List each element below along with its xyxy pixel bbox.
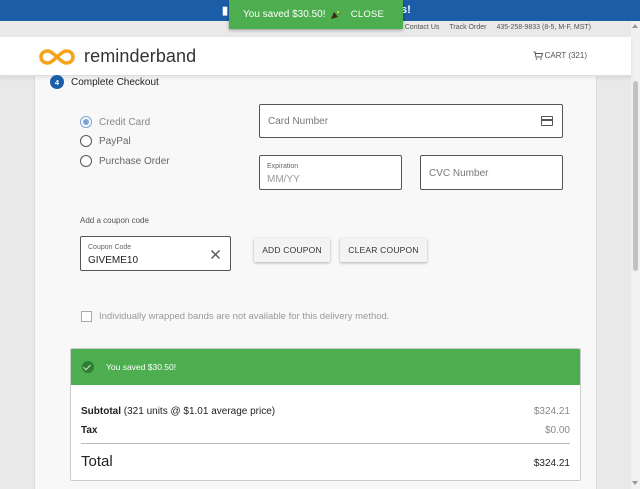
wrap-notice-text: Individually wrapped bands are not avail… xyxy=(99,311,390,322)
contact-us-link[interactable]: Contact Us xyxy=(405,24,440,31)
savings-text: You saved $30.50! xyxy=(106,362,177,372)
payment-option-purchase-order[interactable]: Purchase Order xyxy=(80,155,170,167)
total-amount: $324.21 xyxy=(533,458,570,469)
scrollbar-thumb[interactable] xyxy=(633,81,638,271)
individual-wrap-option: Individually wrapped bands are not avail… xyxy=(81,311,389,322)
brand-logo[interactable]: reminderband xyxy=(39,46,196,67)
cvc-placeholder: CVC Number xyxy=(429,168,489,179)
wrap-checkbox xyxy=(81,311,92,322)
tax-row: Tax $0.00 xyxy=(81,425,570,436)
infinity-logo-icon xyxy=(39,48,75,65)
radio-button[interactable] xyxy=(80,116,92,128)
coupon-code-field[interactable]: Coupon Code GIVEME10 xyxy=(80,236,231,271)
page-scrollbar[interactable] xyxy=(631,21,640,489)
subtotal-row: Subtotal (321 units @ $1.01 average pric… xyxy=(81,406,570,417)
expiration-placeholder: MM/YY xyxy=(267,174,300,185)
step-title: Complete Checkout xyxy=(71,77,159,88)
expiration-label: Expiration xyxy=(267,163,299,170)
payment-option-label: Purchase Order xyxy=(99,155,170,167)
subtotal-detail: (321 units @ $1.01 average price) xyxy=(123,406,276,417)
card-number-field[interactable]: Card Number xyxy=(259,104,563,138)
scroll-up-arrow-icon[interactable] xyxy=(632,24,638,28)
subtotal-label: Subtotal xyxy=(81,406,121,417)
utility-nav: Contact Us Track Order 435-258-9833 (8-5… xyxy=(405,24,591,31)
tax-amount: $0.00 xyxy=(544,425,570,436)
radio-button[interactable] xyxy=(80,135,92,147)
expiration-field[interactable]: Expiration MM/YY xyxy=(259,155,402,190)
order-summary: You saved $30.50! Subtotal (321 units @ … xyxy=(70,348,581,481)
cart-label: CART (321) xyxy=(544,51,587,60)
track-order-link[interactable]: Track Order xyxy=(449,24,486,31)
payment-option-credit-card[interactable]: Credit Card xyxy=(80,116,150,128)
subtotal-amount: $324.21 xyxy=(533,406,570,417)
coupon-label: Coupon Code xyxy=(88,244,132,251)
payment-option-paypal[interactable]: PayPal xyxy=(80,135,131,147)
brand-name: reminderband xyxy=(84,46,197,66)
check-circle-icon xyxy=(82,361,94,373)
support-phone: 435-258-9833 (8-5, M-F, MST) xyxy=(496,24,591,31)
tax-label: Tax xyxy=(81,425,98,436)
clear-input-icon[interactable] xyxy=(210,249,221,260)
radio-button[interactable] xyxy=(80,155,92,167)
toast-close-button[interactable]: CLOSE xyxy=(351,9,384,20)
scroll-down-arrow-icon[interactable] xyxy=(632,481,638,485)
coupon-caption: Add a coupon code xyxy=(80,216,149,225)
total-row: Total $324.21 xyxy=(81,453,570,470)
savings-bar: You saved $30.50! xyxy=(71,349,580,385)
savings-toast: You saved $30.50! CLOSE xyxy=(229,0,403,29)
summary-divider xyxy=(81,443,570,444)
step-number-badge: 4 xyxy=(50,75,64,89)
toast-message: You saved $30.50! xyxy=(243,9,326,20)
cart-icon xyxy=(533,51,543,60)
credit-card-icon xyxy=(541,116,553,126)
card-number-placeholder: Card Number xyxy=(268,116,329,127)
clear-coupon-button[interactable]: CLEAR COUPON xyxy=(340,238,427,262)
coupon-value: GIVEME10 xyxy=(88,255,139,266)
site-header: reminderband CART (321) xyxy=(0,37,631,76)
payment-option-label: PayPal xyxy=(99,135,131,147)
total-label: Total xyxy=(81,453,113,470)
payment-option-label: Credit Card xyxy=(99,116,151,128)
cvc-field[interactable]: CVC Number xyxy=(420,155,563,190)
cart-button[interactable]: CART (321) xyxy=(533,51,587,60)
add-coupon-button[interactable]: ADD COUPON xyxy=(254,238,330,262)
party-popper-icon xyxy=(330,10,342,19)
